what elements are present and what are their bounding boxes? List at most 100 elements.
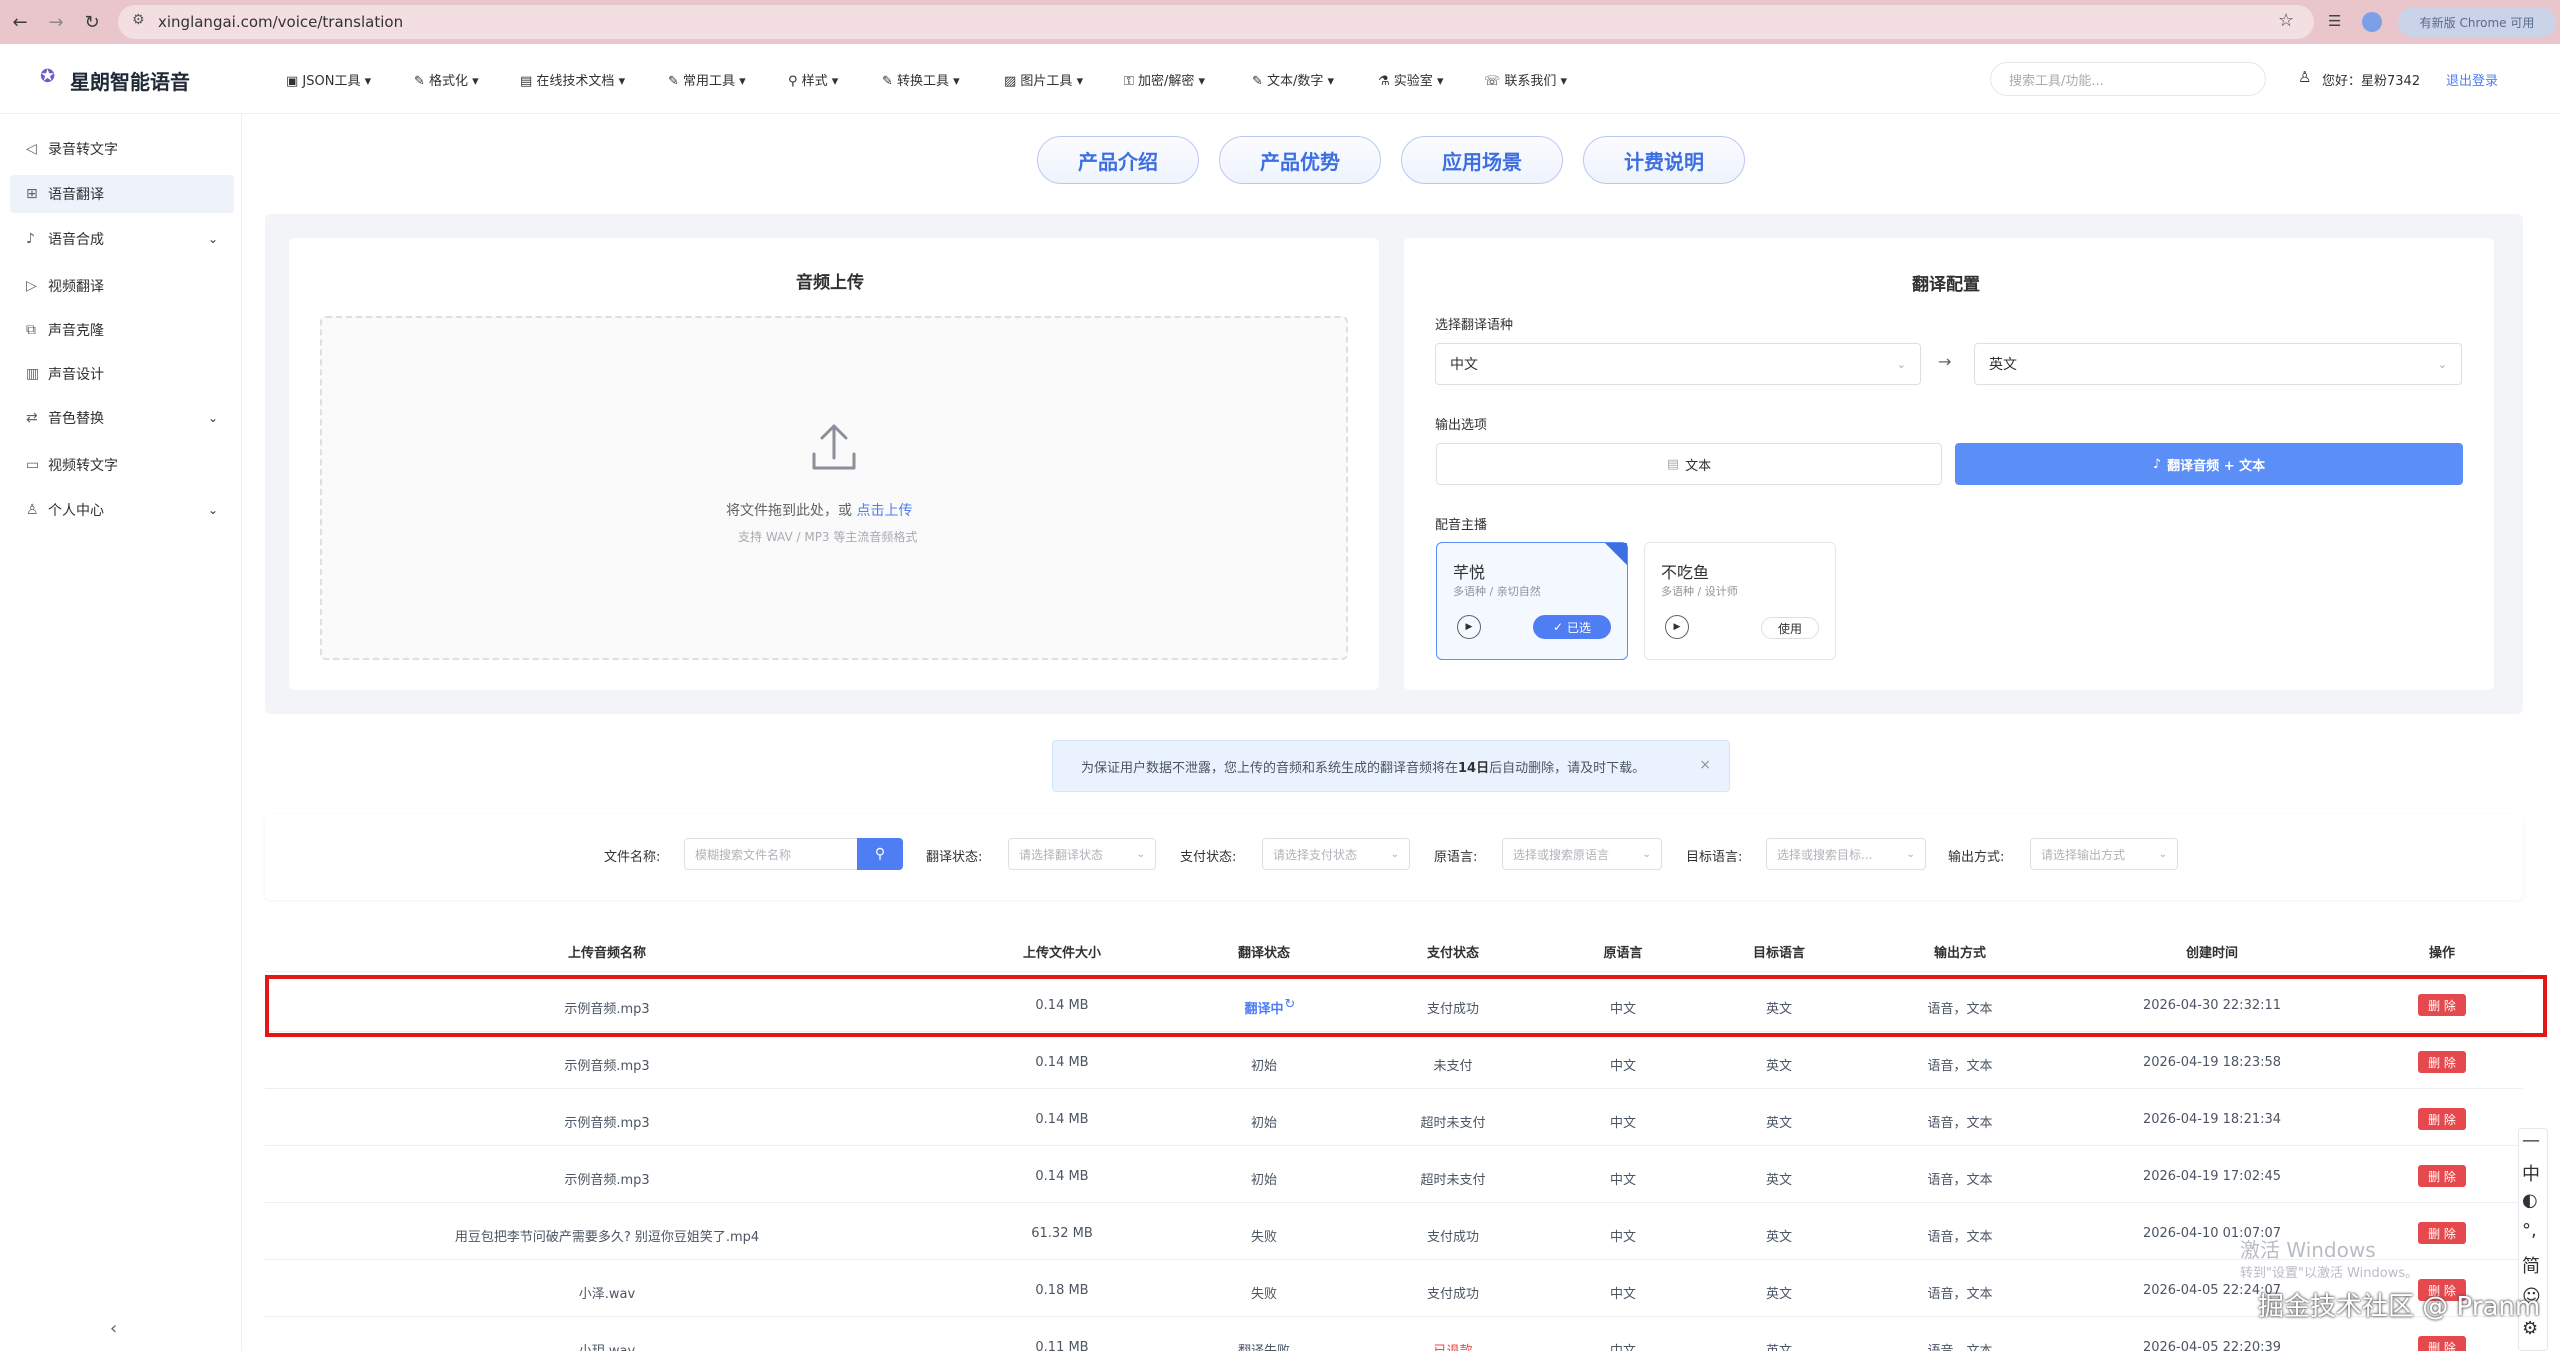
tab-use-cases[interactable]: 应用场景 [1401,136,1563,184]
retention-notice: 为保证用户数据不泄露，您上传的音频和系统生成的翻译音频将在 14日 后自动删除，请及… [1052,740,1730,792]
delete-button[interactable]: 删 除 [2418,1051,2466,1073]
menu-format[interactable]: ✎ 格式化 ▾ [414,70,479,89]
voice-label: 配音主播 [1435,518,1488,533]
sidebar-item-video-translation[interactable]: ▷ 视频翻译 [10,267,234,305]
user-icon: ♙ [2298,68,2312,86]
voice-card-buchiyu[interactable]: 不吃鱼 多语种 / 设计师 ▶ 使用 [1644,542,1836,660]
source-lang-select[interactable]: 中文 ⌄ [1435,343,1921,385]
cell-pay-status: 未支付 [1433,1059,1473,1074]
voice-use-button[interactable]: 使用 [1761,617,1819,639]
cell-file-size: 0.11 MB [1035,1340,1089,1351]
clone-icon: ⧉ [26,322,36,338]
output-audio-text-button[interactable]: ♪ 翻译音频 + 文本 [1955,443,2463,485]
sidebar-item-transcribe[interactable]: ◁ 录音转文字 [10,130,234,168]
menu-lab[interactable]: ⚗ 实验室 ▾ [1378,70,1443,89]
profile-avatar[interactable] [2362,12,2382,32]
menu-convert-tools[interactable]: ✎ 转换工具 ▾ [882,70,960,89]
cell-source-lang: 中文 [1609,1230,1637,1245]
menu-contact[interactable]: ☏ 联系我们 ▾ [1484,70,1567,89]
logout-link[interactable]: 退出登录 [2446,70,2498,89]
menu-common-tools[interactable]: ✎ 常用工具 ▾ [668,70,746,89]
cell-target-lang: 英文 [1766,1340,1792,1351]
sidebar-item-voice-design[interactable]: ▥ 声音设计 [10,355,234,393]
user-icon: ♙ [26,502,39,518]
delete-button[interactable]: 删 除 [2418,1222,2466,1244]
site-info-icon[interactable]: ⚙ [132,12,145,28]
sidebar-collapse-icon[interactable]: ‹ [110,1318,117,1339]
arrow-right-icon: → [1938,352,1952,371]
output-filter-select[interactable]: 请选择输出方式 ⌄ [2030,838,2178,870]
output-text-button[interactable]: ▤ 文本 [1436,443,1942,485]
col-trans-status: 翻译状态 [1237,946,1291,961]
play-icon[interactable]: ▶ [1457,615,1481,639]
col-source-lang: 原语言 [1603,946,1643,961]
filter-source-lang-label: 原语言: [1434,850,1478,865]
source-lang-filter-select[interactable]: 选择或搜索原语言 ⌄ [1502,838,1662,870]
tab-pricing[interactable]: 计费说明 [1583,136,1745,184]
click-upload-link[interactable]: 点击上传 [856,503,912,519]
forward-icon[interactable]: → [44,10,68,34]
col-target-lang: 目标语言 [1752,946,1806,961]
sidebar-item-video-to-text[interactable]: ▭ 视频转文字 [10,446,234,484]
target-lang-filter-select[interactable]: 选择或搜索目标... ⌄ [1766,838,1926,870]
file-name-search-input[interactable]: 模糊搜索文件名称 [684,838,858,870]
close-icon[interactable]: × [1699,757,1711,773]
cell-created: 2026-04-05 22:20:39 [2142,1340,2282,1351]
sidebar-item-voice-translation[interactable]: ⊞ 语音翻译 [10,175,234,213]
play-icon[interactable]: ▶ [1665,615,1689,639]
check-circle-icon: ✓ [1552,620,1564,634]
sidebar-item-voice-clone[interactable]: ⧉ 声音克隆 [10,311,234,349]
cell-trans-status: 初始 [1250,1173,1278,1188]
bookmark-star-icon[interactable]: ☆ [2278,10,2294,31]
minus-icon[interactable]: — [2522,1130,2540,1151]
menu-text-number[interactable]: ✎ 文本/数字 ▾ [1252,70,1334,89]
cell-source-lang: 中文 [1609,1173,1637,1188]
target-lang-select[interactable]: 英文 ⌄ [1974,343,2462,385]
cell-trans-status: 翻译失败 [1238,1340,1290,1351]
address-bar[interactable] [118,5,2314,39]
cell-output: 语音，文本 [1927,1059,1993,1074]
chinese-input-icon[interactable]: 中 [2522,1160,2540,1186]
filter-target-lang-label: 目标语言: [1686,850,1743,865]
upload-dropzone[interactable] [320,316,1348,660]
delete-button[interactable]: 删 除 [2418,1165,2466,1187]
cell-file-name: 小泽.wav [578,1287,636,1302]
upload-formats: 支持 WAV / MP3 等主流音频格式 [738,530,918,544]
punctuation-icon[interactable]: °, [2522,1220,2537,1241]
voice-selected-button[interactable]: ✓ 已选 [1533,615,1611,639]
menu-encrypt[interactable]: ⚿ 加密/解密 ▾ [1124,70,1205,89]
upload-hint: 将文件拖到此处，或 点击上传 [726,503,913,519]
cell-target-lang: 英文 [1765,1059,1793,1074]
sidebar-item-tts[interactable]: ♪ 语音合成 ⌄ [10,220,234,258]
menu-image-tools[interactable]: ▨ 图片工具 ▾ [1004,70,1083,89]
sidebar-item-timbre-swap[interactable]: ⇄ 音色替换 ⌄ [10,399,234,437]
video-icon: ▭ [26,457,40,473]
menu-json-tools[interactable]: ▣ JSON工具 ▾ [286,70,371,89]
tab-product-intro[interactable]: 产品介绍 [1037,136,1199,184]
voice-card-qianyue[interactable]: 芊悦 多语种 / 亲切自然 ▶ ✓ 已选 [1436,542,1628,660]
chevron-down-icon: ⌄ [1390,848,1399,860]
chrome-update-badge[interactable]: 有新版 Chrome 可用 [2398,7,2556,37]
delete-button[interactable]: 删 除 [2418,1336,2466,1351]
tab-product-advantages[interactable]: 产品优势 [1219,136,1381,184]
search-button[interactable]: ⚲ [857,838,903,870]
menu-docs[interactable]: ▤ 在线技术文档 ▾ [520,70,625,89]
pay-status-select[interactable]: 请选择支付状态 ⌄ [1262,838,1410,870]
trans-status-select[interactable]: 请选择翻译状态 ⌄ [1008,838,1156,870]
menu-styles[interactable]: ⚲ 样式 ▾ [788,70,838,89]
site-logo[interactable]: 星朗智能语音 [70,66,190,95]
back-icon[interactable]: ← [8,10,32,34]
cell-target-lang: 英文 [1765,1116,1793,1131]
video-play-icon: ▷ [26,278,37,294]
lang-label: 选择翻译语种 [1435,318,1514,333]
reload-icon[interactable]: ↻ [80,10,104,34]
moon-icon[interactable]: ◐ [2522,1190,2538,1211]
extension-icon[interactable]: ☰ [2328,12,2341,30]
logo-star-icon: ✪ [40,66,56,87]
tool-search-input[interactable]: 搜索工具/功能... [1990,62,2266,96]
swap-icon: ⇄ [26,410,38,426]
sidebar-item-profile[interactable]: ♙ 个人中心 ⌄ [10,491,234,529]
simplified-icon[interactable]: 简 [2522,1252,2540,1278]
delete-button[interactable]: 删 除 [2418,1108,2466,1130]
filter-output-label: 输出方式: [1948,850,2005,865]
